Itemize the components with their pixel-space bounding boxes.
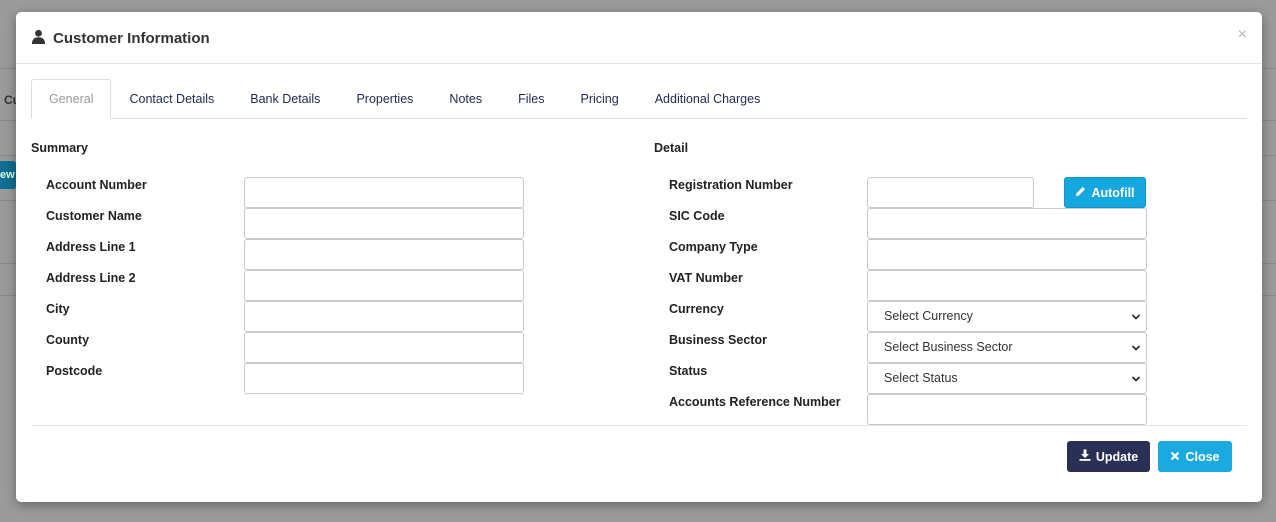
- chevron-down-icon: [1131, 314, 1141, 320]
- city-label: City: [46, 302, 70, 316]
- modal-title-text: Customer Information: [53, 30, 210, 47]
- company-type-label: Company Type: [669, 240, 758, 254]
- download-icon: [1079, 449, 1091, 464]
- sic-code-input[interactable]: [867, 208, 1147, 239]
- tab-pricing[interactable]: Pricing: [562, 79, 636, 118]
- status-select[interactable]: Select Status: [867, 363, 1147, 394]
- postcode-input[interactable]: [244, 363, 524, 394]
- status-selected-value: Select Status: [884, 371, 958, 385]
- postcode-label: Postcode: [46, 364, 103, 378]
- summary-heading: Summary: [31, 141, 88, 155]
- account-number-label: Account Number: [46, 178, 147, 192]
- close-label: Close: [1185, 449, 1220, 464]
- tab-bar: General Contact Details Bank Details Pro…: [31, 79, 1247, 119]
- county-row: County: [46, 332, 526, 363]
- address-line-2-input[interactable]: [244, 270, 524, 301]
- tab-contact-details[interactable]: Contact Details: [111, 79, 232, 118]
- accounts-reference-input[interactable]: [867, 394, 1147, 425]
- business-sector-selected-value: Select Business Sector: [884, 340, 1013, 354]
- modal-header: Customer Information ×: [16, 12, 1262, 64]
- company-type-row: Company Type: [669, 239, 1149, 270]
- x-icon: [1170, 450, 1180, 464]
- city-row: City: [46, 301, 526, 332]
- business-sector-label: Business Sector: [669, 333, 767, 347]
- customer-information-modal: Customer Information × General Contact D…: [16, 12, 1262, 502]
- county-input[interactable]: [244, 332, 524, 363]
- autofill-label: Autofill: [1091, 185, 1135, 200]
- vat-number-input[interactable]: [867, 270, 1147, 301]
- business-sector-select[interactable]: Select Business Sector: [867, 332, 1147, 363]
- vat-number-row: VAT Number: [669, 270, 1149, 301]
- address-line-2-label: Address Line 2: [46, 271, 136, 285]
- tab-bank-details[interactable]: Bank Details: [232, 79, 338, 118]
- account-number-input[interactable]: [244, 177, 524, 208]
- vat-number-label: VAT Number: [669, 271, 743, 285]
- close-button[interactable]: Close: [1158, 441, 1232, 472]
- update-button[interactable]: Update: [1067, 441, 1150, 472]
- pencil-icon: [1075, 186, 1086, 200]
- modal-title: Customer Information: [31, 29, 210, 48]
- user-icon: [31, 29, 46, 48]
- chevron-down-icon: [1131, 345, 1141, 351]
- address-line-1-row: Address Line 1: [46, 239, 526, 270]
- update-label: Update: [1095, 449, 1139, 464]
- sic-code-label: SIC Code: [669, 209, 725, 223]
- business-sector-row: Business Sector Select Business Sector: [669, 332, 1149, 363]
- tab-notes[interactable]: Notes: [431, 79, 500, 118]
- customer-name-input[interactable]: [244, 208, 524, 239]
- currency-row: Currency Select Currency: [669, 301, 1149, 332]
- county-label: County: [46, 333, 90, 347]
- registration-number-input[interactable]: [867, 177, 1034, 208]
- autofill-button[interactable]: Autofill: [1064, 177, 1146, 208]
- status-row: Status Select Status: [669, 363, 1149, 394]
- address-line-1-label: Address Line 1: [46, 240, 136, 254]
- tab-properties[interactable]: Properties: [338, 79, 431, 118]
- customer-name-label: Customer Name: [46, 209, 142, 223]
- chevron-down-icon: [1131, 376, 1141, 382]
- account-number-row: Account Number: [46, 177, 526, 208]
- currency-select[interactable]: Select Currency: [867, 301, 1147, 332]
- accounts-reference-row: Accounts Reference Number: [669, 394, 1149, 425]
- tab-general[interactable]: General: [31, 79, 112, 119]
- address-line-1-input[interactable]: [244, 239, 524, 270]
- background-view-button: ew: [0, 161, 16, 189]
- detail-heading: Detail: [654, 141, 689, 155]
- status-label: Status: [669, 364, 708, 378]
- customer-name-row: Customer Name: [46, 208, 526, 239]
- close-icon[interactable]: ×: [1238, 27, 1247, 43]
- tab-additional-charges[interactable]: Additional Charges: [637, 79, 779, 118]
- postcode-row: Postcode: [46, 363, 526, 394]
- footer-divider: [31, 425, 1247, 426]
- sic-code-row: SIC Code: [669, 208, 1149, 239]
- currency-selected-value: Select Currency: [884, 309, 973, 323]
- registration-number-row: Registration Number Autofill: [669, 177, 1149, 208]
- registration-number-label: Registration Number: [669, 178, 793, 192]
- address-line-2-row: Address Line 2: [46, 270, 526, 301]
- tab-files[interactable]: Files: [500, 79, 562, 118]
- city-input[interactable]: [244, 301, 524, 332]
- company-type-input[interactable]: [867, 239, 1147, 270]
- currency-label: Currency: [669, 302, 724, 316]
- accounts-reference-label: Accounts Reference Number: [669, 395, 841, 409]
